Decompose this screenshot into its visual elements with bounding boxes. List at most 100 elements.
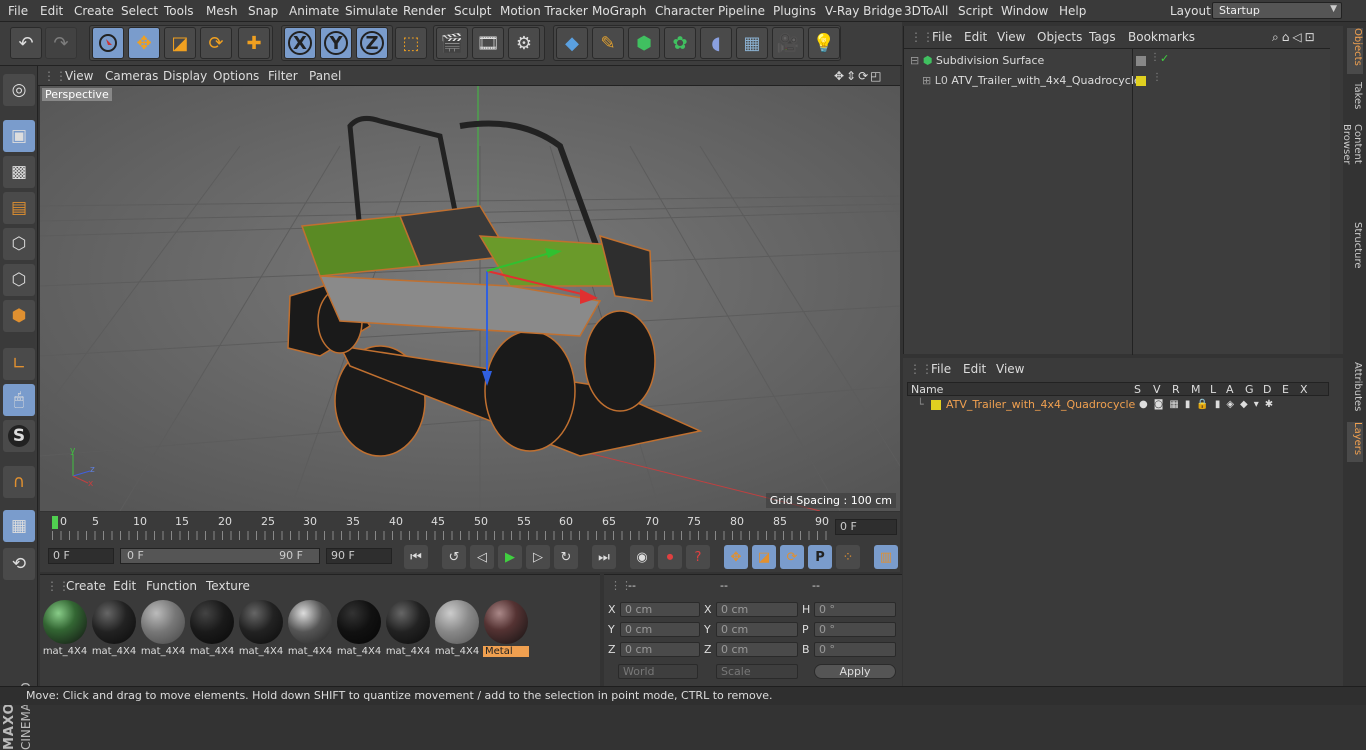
menu-tools[interactable]: Tools	[164, 4, 194, 18]
camera-icon[interactable]: 🎥	[772, 27, 804, 59]
material-swatch[interactable]: mat_4X4	[140, 599, 186, 657]
vp-menu-cameras[interactable]: Cameras	[105, 69, 158, 83]
play-icon[interactable]: ▶	[498, 545, 522, 569]
material-swatch[interactable]: mat_4X4	[189, 599, 235, 657]
obj-menu-file[interactable]: File	[932, 30, 952, 44]
tab-content-browser[interactable]: Content Browser	[1341, 124, 1363, 206]
current-frame-field[interactable]: 0 F	[835, 519, 897, 535]
obj-menu-bookmarks[interactable]: Bookmarks	[1128, 30, 1195, 44]
menu-create[interactable]: Create	[74, 4, 114, 18]
edges-mode-icon[interactable]: ⬡	[3, 264, 35, 296]
vp-menu-options[interactable]: Options	[213, 69, 259, 83]
layer-menu-edit[interactable]: Edit	[963, 362, 986, 376]
texture-mode-icon[interactable]: ▩	[3, 156, 35, 188]
menu-select[interactable]: Select	[121, 4, 158, 18]
select-icon[interactable]	[92, 27, 124, 59]
tab-objects[interactable]: Objects	[1347, 28, 1363, 74]
key-param-icon[interactable]: P	[808, 545, 832, 569]
material-swatch-selected[interactable]: Metal	[483, 599, 529, 657]
light-icon[interactable]: 💡	[808, 27, 840, 59]
keyframe-selection-icon[interactable]: ?	[686, 545, 710, 569]
menu-motion-tracker[interactable]: Motion Tracker	[500, 4, 588, 18]
autokey-icon[interactable]: ⏺	[658, 545, 682, 569]
material-swatch[interactable]: mat_4X4	[434, 599, 480, 657]
mat-menu-function[interactable]: Function	[146, 579, 197, 593]
tweak-mode-icon[interactable]: 🖱	[3, 384, 35, 416]
menu-3dtoall[interactable]: 3DToAll	[904, 4, 948, 18]
layer-menu-view[interactable]: View	[996, 362, 1024, 376]
next-key-icon[interactable]: ↻	[554, 545, 578, 569]
scale-dropdown[interactable]: Scale	[716, 664, 798, 679]
magnet-icon[interactable]: ∩	[3, 466, 35, 498]
search-icon[interactable]: ⌕⌂◁⊡	[1272, 30, 1318, 45]
polygons-mode-icon[interactable]: ⬢	[3, 300, 35, 332]
obj-menu-tags[interactable]: Tags	[1089, 30, 1116, 44]
x-axis-icon[interactable]: X	[284, 27, 316, 59]
start-frame-field[interactable]: 0 F	[48, 548, 114, 564]
menu-pipeline[interactable]: Pipeline	[718, 4, 765, 18]
points-mode-icon[interactable]: ⬡	[3, 228, 35, 260]
lock-workplane-icon[interactable]: ▦	[3, 510, 35, 542]
mat-menu-texture[interactable]: Texture	[206, 579, 250, 593]
goto-end-icon[interactable]: ⏭	[592, 545, 616, 569]
move-icon[interactable]: ✥	[128, 27, 160, 59]
make-editable-icon[interactable]: ◎	[3, 74, 35, 106]
size-x-field[interactable]: 0 cm	[716, 602, 798, 617]
material-swatch[interactable]: mat_4X4	[238, 599, 284, 657]
playhead[interactable]	[52, 516, 58, 529]
render-visible-dots[interactable]: ⋮	[1150, 52, 1160, 63]
menu-edit[interactable]: Edit	[40, 4, 63, 18]
position-y-field[interactable]: 0 cm	[620, 622, 700, 637]
rotation-p-field[interactable]: 0 °	[814, 622, 896, 637]
render-picture-icon[interactable]: 🎞	[472, 27, 504, 59]
object-row[interactable]: ⊞ L0 ATV_Trailer_with_4x4_Quadrocycle	[922, 74, 1141, 87]
timeline-ruler[interactable]: 0 5 10 15 20 25 30 35 40 45 50 55 60 65 …	[40, 512, 900, 542]
array-icon[interactable]: ✿	[664, 27, 696, 59]
menu-plugins[interactable]: Plugins	[773, 4, 816, 18]
layer-row[interactable]: └ ATV_Trailer_with_4x4_Quadrocycle ●◙▦▮🔒…	[907, 398, 1329, 414]
mat-menu-create[interactable]: Create	[66, 579, 106, 593]
vp-menu-view[interactable]: View	[65, 69, 93, 83]
render-view-icon[interactable]: 🎬	[436, 27, 468, 59]
visibility-dots[interactable]: ⋮	[1152, 72, 1162, 83]
rotation-h-field[interactable]: 0 °	[814, 602, 896, 617]
viewport-perspective[interactable]: y z x Perspective Grid Spacing : 100 cm	[40, 86, 900, 511]
deformer-icon[interactable]: ◖	[700, 27, 732, 59]
position-z-field[interactable]: 0 cm	[620, 642, 700, 657]
vp-menu-display[interactable]: Display	[163, 69, 207, 83]
enabled-checkmark-icon[interactable]: ✓	[1160, 52, 1169, 65]
prev-frame-icon[interactable]: ◁	[470, 545, 494, 569]
material-swatch[interactable]: mat_4X4	[287, 599, 333, 657]
apply-button[interactable]: Apply	[814, 664, 896, 679]
undo-icon[interactable]: ↶	[10, 27, 42, 59]
layer-toggle-icons[interactable]: ●◙▦▮🔒▮◈◆▾✱	[1139, 399, 1279, 410]
size-y-field[interactable]: 0 cm	[716, 622, 798, 637]
vp-menu-panel[interactable]: Panel	[309, 69, 341, 83]
collapse-icon[interactable]: ⊟	[910, 54, 919, 67]
menu-help[interactable]: Help	[1059, 4, 1086, 18]
menu-simulate[interactable]: Simulate	[345, 4, 398, 18]
next-frame-icon[interactable]: ▷	[526, 545, 550, 569]
expand-icon[interactable]: ⊞	[922, 74, 931, 87]
object-row[interactable]: ⊟ ⬢ Subdivision Surface	[910, 54, 1044, 67]
floor-icon[interactable]: ▦	[736, 27, 768, 59]
rotate-icon[interactable]: ⟳	[200, 27, 232, 59]
menu-file[interactable]: File	[8, 4, 28, 18]
move-alt-icon[interactable]: ✚	[238, 27, 270, 59]
material-swatch[interactable]: mat_4X4	[336, 599, 382, 657]
menu-window[interactable]: Window	[1001, 4, 1048, 18]
workplane-icon[interactable]: ▤	[3, 192, 35, 224]
menu-render[interactable]: Render	[403, 4, 446, 18]
snap-icon[interactable]: S	[3, 420, 35, 452]
coordinate-system-icon[interactable]: ⬚	[395, 27, 427, 59]
layer-color-icon[interactable]	[1136, 76, 1146, 86]
material-swatch[interactable]: mat_4X4	[42, 599, 88, 657]
axis-mode-icon[interactable]: ∟	[3, 348, 35, 380]
layer-menu-file[interactable]: File	[931, 362, 951, 376]
prev-key-icon[interactable]: ↺	[442, 545, 466, 569]
tab-takes[interactable]: Takes	[1347, 82, 1363, 116]
y-axis-icon[interactable]: Y	[320, 27, 352, 59]
model-mode-icon[interactable]: ▣	[3, 120, 35, 152]
viewport-nav-icons[interactable]: ✥⇕⟳◰	[834, 69, 884, 83]
size-z-field[interactable]: 0 cm	[716, 642, 798, 657]
